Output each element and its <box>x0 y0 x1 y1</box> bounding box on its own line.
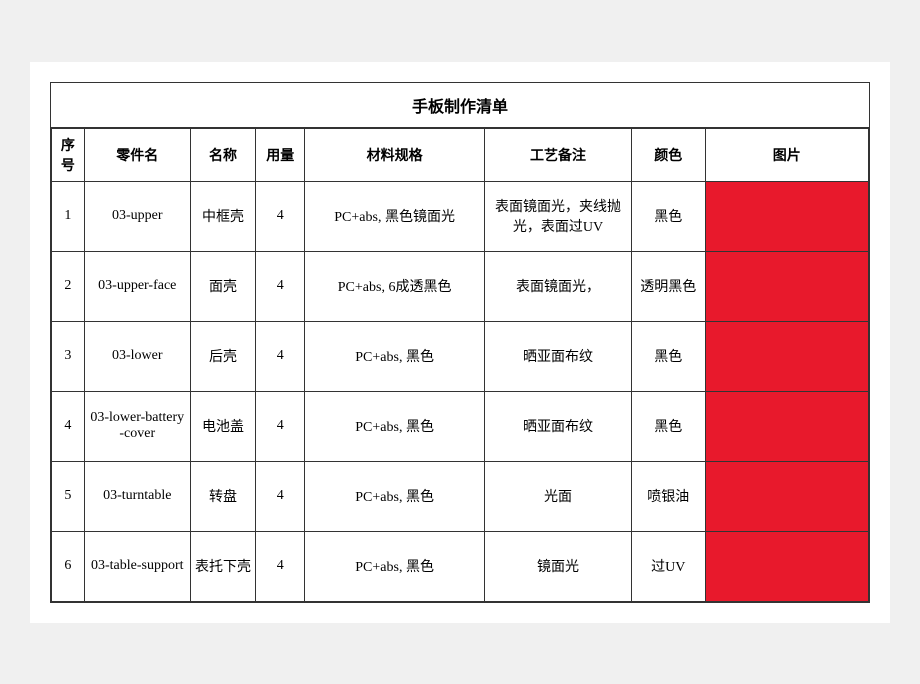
table-row: 103-upper中框壳4PC+abs, 黑色镜面光表面镜面光，夹线抛光，表面过… <box>52 181 869 251</box>
cell-part: 03-turntable <box>84 461 190 531</box>
cell-seq: 2 <box>52 251 85 321</box>
cell-qty: 4 <box>256 391 305 461</box>
cell-qty: 4 <box>256 321 305 391</box>
cell-spec: PC+abs, 黑色 <box>305 531 485 601</box>
cell-seq: 5 <box>52 461 85 531</box>
cell-color: 过UV <box>632 531 706 601</box>
table-row: 403-lower-battery-cover电池盖4PC+abs, 黑色晒亚面… <box>52 391 869 461</box>
page-container: 手板制作清单 序号 零件名 名称 用量 材料规格 工艺备注 <box>30 62 890 623</box>
cell-qty: 4 <box>256 461 305 531</box>
cell-seq: 3 <box>52 321 85 391</box>
cell-color: 黑色 <box>632 391 706 461</box>
table-title: 手板制作清单 <box>51 83 869 128</box>
cell-name: 中框壳 <box>190 181 255 251</box>
cell-pic <box>705 531 868 601</box>
header-process: 工艺备注 <box>484 128 631 181</box>
cell-name: 面壳 <box>190 251 255 321</box>
cell-seq: 4 <box>52 391 85 461</box>
header-part: 零件名 <box>84 128 190 181</box>
cell-name: 后壳 <box>190 321 255 391</box>
cell-qty: 4 <box>256 531 305 601</box>
cell-spec: PC+abs, 黑色 <box>305 461 485 531</box>
table-row: 303-lower后壳4PC+abs, 黑色晒亚面布纹黑色 <box>52 321 869 391</box>
cell-color: 黑色 <box>632 181 706 251</box>
cell-part: 03-lower-battery-cover <box>84 391 190 461</box>
cell-spec: PC+abs, 黑色 <box>305 321 485 391</box>
cell-process: 表面镜面光， <box>484 251 631 321</box>
header-seq: 序号 <box>52 128 85 181</box>
cell-process: 表面镜面光，夹线抛光，表面过UV <box>484 181 631 251</box>
cell-pic <box>705 321 868 391</box>
cell-spec: PC+abs, 黑色镜面光 <box>305 181 485 251</box>
cell-qty: 4 <box>256 251 305 321</box>
cell-part: 03-upper-face <box>84 251 190 321</box>
main-table: 序号 零件名 名称 用量 材料规格 工艺备注 颜色 图片 103-upper中框… <box>51 128 869 602</box>
header-row: 序号 零件名 名称 用量 材料规格 工艺备注 颜色 图片 <box>52 128 869 181</box>
table-row: 203-upper-face面壳4PC+abs, 6成透黑色表面镜面光，透明黑色 <box>52 251 869 321</box>
cell-pic <box>705 181 868 251</box>
cell-seq: 6 <box>52 531 85 601</box>
header-name: 名称 <box>190 128 255 181</box>
cell-name: 表托下壳 <box>190 531 255 601</box>
table-row: 603-table-support表托下壳4PC+abs, 黑色镜面光过UV <box>52 531 869 601</box>
cell-part: 03-table-support <box>84 531 190 601</box>
cell-pic <box>705 461 868 531</box>
header-qty: 用量 <box>256 128 305 181</box>
cell-process: 镜面光 <box>484 531 631 601</box>
header-pic: 图片 <box>705 128 868 181</box>
cell-process: 光面 <box>484 461 631 531</box>
cell-qty: 4 <box>256 181 305 251</box>
cell-part: 03-lower <box>84 321 190 391</box>
cell-process: 晒亚面布纹 <box>484 391 631 461</box>
cell-part: 03-upper <box>84 181 190 251</box>
table-wrapper: 手板制作清单 序号 零件名 名称 用量 材料规格 工艺备注 <box>50 82 870 603</box>
cell-spec: PC+abs, 黑色 <box>305 391 485 461</box>
cell-pic <box>705 391 868 461</box>
cell-name: 电池盖 <box>190 391 255 461</box>
header-spec: 材料规格 <box>305 128 485 181</box>
header-color: 颜色 <box>632 128 706 181</box>
table-row: 503-turntable转盘4PC+abs, 黑色光面喷银油 <box>52 461 869 531</box>
cell-process: 晒亚面布纹 <box>484 321 631 391</box>
cell-color: 黑色 <box>632 321 706 391</box>
cell-color: 透明黑色 <box>632 251 706 321</box>
cell-name: 转盘 <box>190 461 255 531</box>
cell-color: 喷银油 <box>632 461 706 531</box>
cell-seq: 1 <box>52 181 85 251</box>
cell-spec: PC+abs, 6成透黑色 <box>305 251 485 321</box>
cell-pic <box>705 251 868 321</box>
